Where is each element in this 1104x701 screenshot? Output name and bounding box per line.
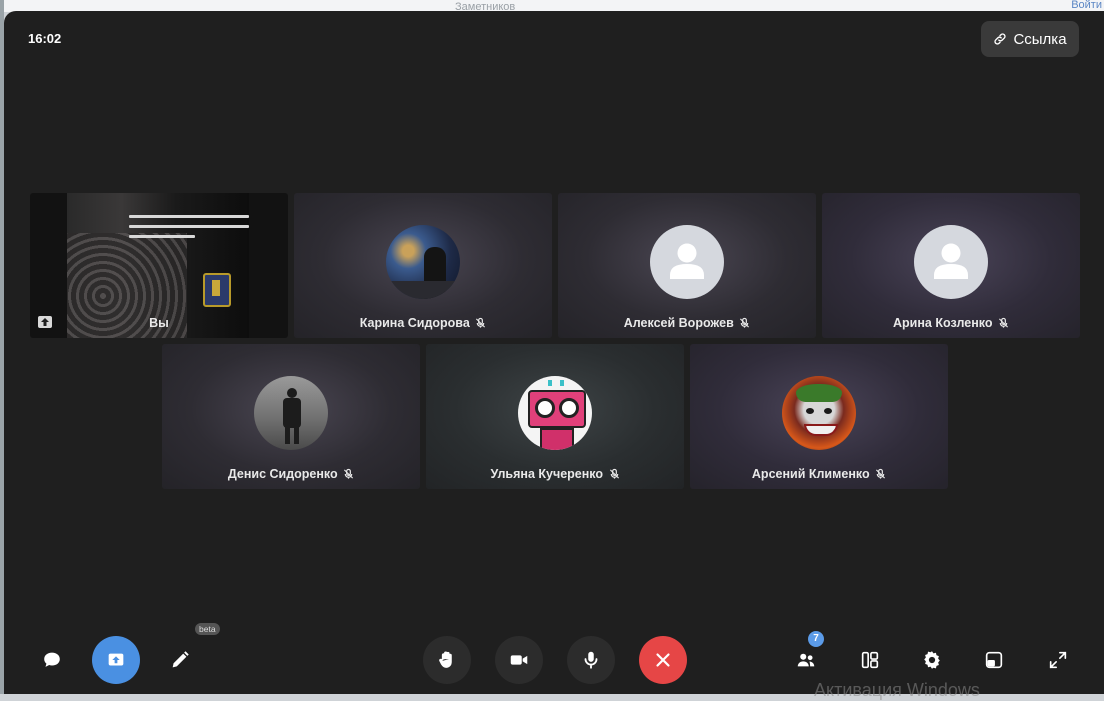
raise-hand-icon [439, 651, 452, 668]
participant-tile[interactable]: Ульяна Кучеренко [426, 344, 684, 489]
participant-tile[interactable]: Денис Сидоренко [162, 344, 420, 489]
participant-tile[interactable]: Арина Козленко [822, 193, 1080, 338]
windows-activation-watermark: Активация Windows [814, 680, 980, 700]
camera-button[interactable] [495, 636, 543, 684]
layout-icon [861, 651, 879, 669]
participant-tile[interactable]: Арсений Клименко [690, 344, 948, 489]
fullscreen-button[interactable] [1034, 636, 1082, 684]
participant-name-row: Денис Сидоренко [162, 467, 420, 481]
whiteboard-button[interactable] [156, 636, 204, 684]
camera-icon [510, 655, 528, 665]
mic-off-icon [344, 468, 354, 479]
screen-share-button[interactable] [92, 636, 140, 684]
settings-icon [924, 651, 940, 669]
microphone-button[interactable] [567, 636, 615, 684]
participants-count-badge: 7 [808, 631, 824, 647]
screen-share-icon [108, 653, 124, 666]
pencil-icon [172, 651, 189, 668]
layout-button[interactable] [846, 636, 894, 684]
participant-name-row: Арина Козленко [822, 316, 1080, 330]
participant-tile[interactable]: Алексей Ворожев [558, 193, 816, 338]
link-icon [994, 33, 1007, 45]
default-avatar-icon [650, 225, 724, 299]
mic-off-icon [476, 317, 486, 328]
microphone-icon [584, 651, 598, 669]
avatar [782, 376, 856, 450]
raise-hand-button[interactable] [423, 636, 471, 684]
participant-name-row: Ульяна Кучеренко [426, 467, 684, 481]
video-call-window: 16:02 Ссылка Вы Карина Сидорова Алексей … [4, 11, 1104, 694]
picture-in-picture-button[interactable] [970, 636, 1018, 684]
participant-tile[interactable]: Карина Сидорова [294, 193, 552, 338]
participant-name: Ульяна Кучеренко [490, 467, 604, 481]
participant-name: Алексей Ворожев [623, 316, 734, 330]
mic-off-icon [740, 317, 750, 328]
mic-off-icon [609, 468, 619, 479]
beta-badge: beta [195, 623, 220, 635]
participants-icon [797, 653, 815, 667]
participant-name: Карина Сидорова [359, 316, 470, 330]
participant-name-row: Алексей Ворожев [558, 316, 816, 330]
default-avatar-icon [914, 225, 988, 299]
settings-button[interactable] [908, 636, 956, 684]
participant-name-row: Карина Сидорова [294, 316, 552, 330]
chat-icon [44, 652, 60, 667]
participant-name: Денис Сидоренко [227, 467, 338, 481]
fullscreen-icon [1049, 651, 1067, 669]
copy-link-button[interactable]: Ссылка [981, 21, 1079, 57]
emblem-icon [203, 273, 231, 307]
participant-name-row: Арсений Клименко [690, 467, 948, 481]
avatar [386, 225, 460, 299]
chat-button[interactable] [28, 636, 76, 684]
self-tile[interactable]: Вы [30, 193, 288, 338]
call-time: 16:02 [28, 31, 62, 46]
pip-icon [985, 651, 1003, 669]
avatar [254, 376, 328, 450]
background-login-link[interactable]: Войти [1071, 0, 1102, 11]
self-label: Вы [149, 316, 169, 330]
participant-name: Арсений Клименко [751, 467, 870, 481]
end-call-button[interactable] [639, 636, 687, 684]
copy-link-label: Ссылка [1013, 30, 1067, 48]
avatar [518, 376, 592, 450]
participant-name: Арина Козленко [893, 316, 993, 330]
end-call-icon [656, 653, 670, 667]
mic-off-icon [998, 317, 1009, 328]
mic-off-icon [876, 468, 886, 479]
